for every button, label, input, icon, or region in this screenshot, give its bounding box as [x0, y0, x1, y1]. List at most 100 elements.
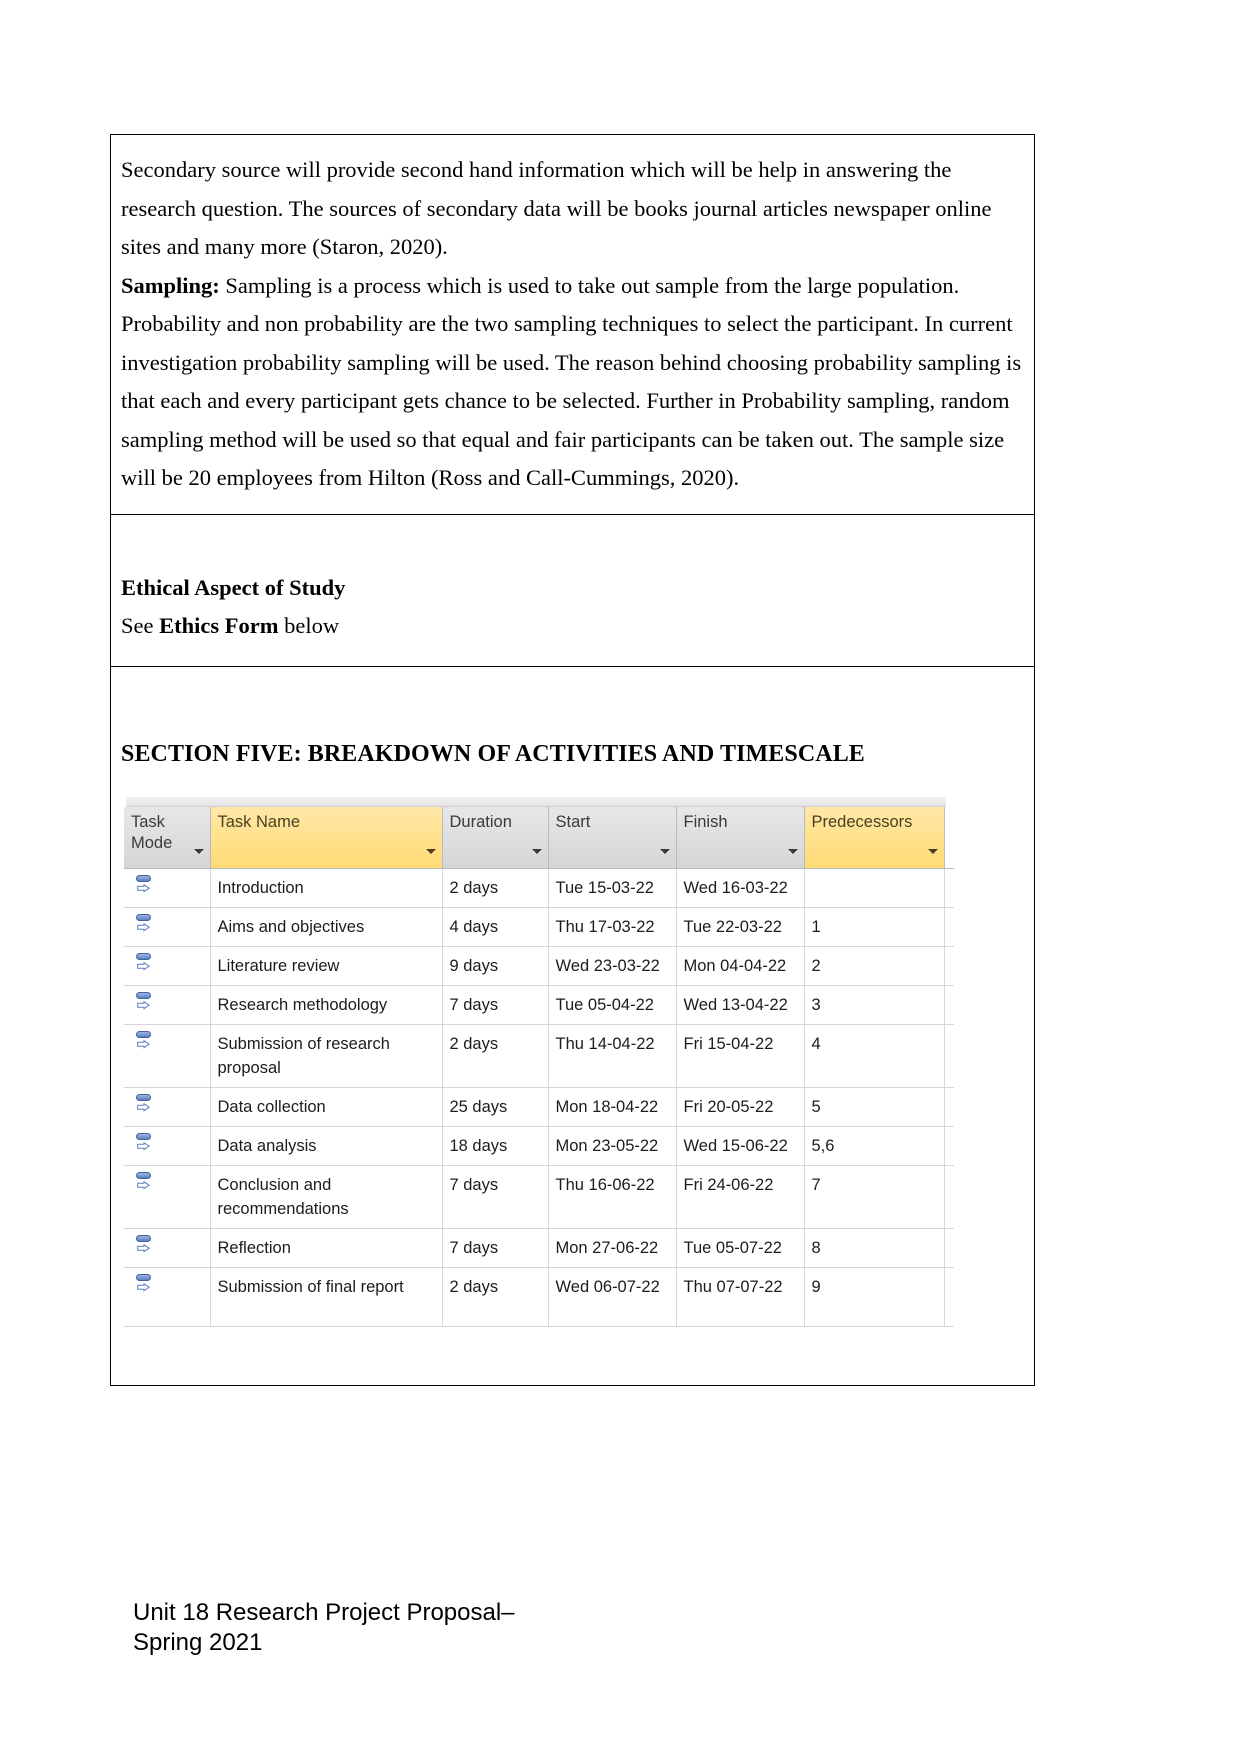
chevron-down-icon[interactable] — [659, 848, 670, 854]
manually-scheduled-task-icon — [132, 991, 158, 1017]
cell-task-name[interactable]: Conclusion and recommendations — [210, 1165, 443, 1229]
table-row[interactable]: Conclusion and recommendations 7 days Thu … — [124, 1165, 954, 1229]
column-header-label: Start — [555, 812, 591, 831]
column-header-label: Task Mode — [131, 812, 173, 852]
cell-start[interactable]: Mon 18-04-22 — [548, 1087, 677, 1127]
cell-start[interactable]: Thu 16-06-22 — [548, 1165, 677, 1229]
cell-predecessors[interactable]: 5 — [804, 1087, 945, 1127]
cell-task-mode[interactable] — [124, 1165, 211, 1229]
sampling-label: Sampling: — [121, 272, 220, 298]
cell-finish[interactable]: Tue 05-07-22 — [676, 1228, 805, 1268]
cell-start[interactable]: Tue 15-03-22 — [548, 868, 677, 908]
cell-duration[interactable]: 2 days — [442, 1267, 549, 1327]
cell-start[interactable]: Wed 23-03-22 — [548, 946, 677, 986]
cell-predecessors[interactable]: 3 — [804, 985, 945, 1025]
column-header-label: Task Name — [217, 812, 301, 831]
column-header-task-mode[interactable]: Task Mode — [124, 806, 211, 869]
cell-task-name[interactable]: Data collection — [210, 1087, 443, 1127]
cell-predecessors[interactable] — [804, 868, 945, 908]
cell-predecessors[interactable]: 9 — [804, 1267, 945, 1327]
table-row[interactable]: Data collection 25 days Mon 18-04-22 Fri 20… — [124, 1087, 954, 1127]
cell-task-mode[interactable] — [124, 1126, 211, 1166]
page-title: SECTION FIVE: BREAKDOWN OF ACTIVITIES AN… — [121, 740, 865, 767]
cell-duration[interactable]: 25 days — [442, 1087, 549, 1127]
cell-task-mode[interactable] — [124, 1228, 211, 1268]
cell-duration[interactable]: 2 days — [442, 868, 549, 908]
cell-finish[interactable]: Fri 15-04-22 — [676, 1024, 805, 1088]
column-header-predecessors[interactable]: Predecessors — [804, 806, 945, 869]
cell-finish[interactable]: Tue 22-03-22 — [676, 907, 805, 947]
column-header-start[interactable]: Start — [548, 806, 677, 869]
cell-predecessors[interactable]: 5,6 — [804, 1126, 945, 1166]
cell-predecessors[interactable]: 2 — [804, 946, 945, 986]
cell-task-name[interactable]: Submission of research proposal — [210, 1024, 443, 1088]
chevron-down-icon[interactable] — [927, 848, 938, 854]
cell-finish[interactable]: Fri 20-05-22 — [676, 1087, 805, 1127]
cell-task-mode[interactable] — [124, 946, 211, 986]
table-row[interactable]: Submission of final report 2 days Wed 06-0… — [124, 1267, 954, 1327]
cell-task-mode[interactable] — [124, 1087, 211, 1127]
cell-finish[interactable]: Thu 07-07-22 — [676, 1267, 805, 1327]
cell-cutoff — [944, 1024, 954, 1088]
cell-task-name[interactable]: Data analysis — [210, 1126, 443, 1166]
cell-task-mode[interactable] — [124, 868, 211, 908]
table-row[interactable]: Reflection 7 days Mon 27-06-22 Tue 05-07-22… — [124, 1228, 954, 1268]
manually-scheduled-task-icon — [132, 1234, 158, 1260]
cell-finish[interactable]: Wed 13-04-22 — [676, 985, 805, 1025]
arrow-right-icon — [137, 922, 150, 932]
cell-start[interactable]: Thu 17-03-22 — [548, 907, 677, 947]
table-row[interactable]: Data analysis 18 days Mon 23-05-22 Wed 15-0… — [124, 1126, 954, 1166]
arrow-right-icon — [137, 1180, 150, 1190]
cell-finish[interactable]: Mon 04-04-22 — [676, 946, 805, 986]
column-header-duration[interactable]: Duration — [442, 806, 549, 869]
cell-finish[interactable]: Wed 15-06-22 — [676, 1126, 805, 1166]
cell-duration[interactable]: 18 days — [442, 1126, 549, 1166]
table-row[interactable]: Aims and objectives 4 days Thu 17-03-22 Tue… — [124, 907, 954, 947]
table-row[interactable]: Introduction 2 days Tue 15-03-22 Wed 16-03-… — [124, 868, 954, 908]
table-row[interactable]: Submission of research proposal 2 days Thu… — [124, 1024, 954, 1088]
cell-duration[interactable]: 4 days — [442, 907, 549, 947]
cell-duration[interactable]: 7 days — [442, 985, 549, 1025]
chevron-down-icon[interactable] — [531, 848, 542, 854]
cell-duration[interactable]: 7 days — [442, 1228, 549, 1268]
cell-task-name[interactable]: Aims and objectives — [210, 907, 443, 947]
cell-task-name[interactable]: Submission of final report — [210, 1267, 443, 1327]
cell-start[interactable]: Tue 05-04-22 — [548, 985, 677, 1025]
page-footer: Unit 18 Research Project Proposal– Sprin… — [133, 1598, 515, 1658]
cell-start[interactable]: Mon 27-06-22 — [548, 1228, 677, 1268]
cell-duration[interactable]: 7 days — [442, 1165, 549, 1229]
manually-scheduled-task-icon — [132, 1273, 158, 1299]
cell-task-name[interactable]: Introduction — [210, 868, 443, 908]
cell-predecessors[interactable]: 8 — [804, 1228, 945, 1268]
footer-line-2: Spring 2021 — [133, 1629, 263, 1656]
arrow-right-icon — [137, 1039, 150, 1049]
column-header-label: Finish — [683, 812, 728, 831]
manually-scheduled-task-icon — [132, 1093, 158, 1119]
cell-task-mode[interactable] — [124, 985, 211, 1025]
cell-cutoff — [944, 1087, 954, 1127]
chevron-down-icon[interactable] — [193, 848, 204, 854]
cell-cutoff — [944, 1267, 954, 1327]
cell-duration[interactable]: 2 days — [442, 1024, 549, 1088]
cell-start[interactable]: Mon 23-05-22 — [548, 1126, 677, 1166]
table-row[interactable]: Research methodology 7 days Tue 05-04-22 We… — [124, 985, 954, 1025]
table-row[interactable]: Literature review 9 days Wed 23-03-22 Mon 0… — [124, 946, 954, 986]
cell-finish[interactable]: Fri 24-06-22 — [676, 1165, 805, 1229]
cell-task-mode[interactable] — [124, 907, 211, 947]
column-header-task-name[interactable]: Task Name — [210, 806, 443, 869]
cell-predecessors[interactable]: 1 — [804, 907, 945, 947]
cell-task-name[interactable]: Reflection — [210, 1228, 443, 1268]
chevron-down-icon[interactable] — [787, 848, 798, 854]
cell-task-mode[interactable] — [124, 1267, 211, 1327]
cell-start[interactable]: Wed 06-07-22 — [548, 1267, 677, 1327]
cell-duration[interactable]: 9 days — [442, 946, 549, 986]
cell-predecessors[interactable]: 7 — [804, 1165, 945, 1229]
cell-start[interactable]: Thu 14-04-22 — [548, 1024, 677, 1088]
cell-task-name[interactable]: Research methodology — [210, 985, 443, 1025]
column-header-finish[interactable]: Finish — [676, 806, 805, 869]
cell-task-name[interactable]: Literature review — [210, 946, 443, 986]
cell-finish[interactable]: Wed 16-03-22 — [676, 868, 805, 908]
cell-task-mode[interactable] — [124, 1024, 211, 1088]
cell-predecessors[interactable]: 4 — [804, 1024, 945, 1088]
chevron-down-icon[interactable] — [425, 848, 436, 854]
